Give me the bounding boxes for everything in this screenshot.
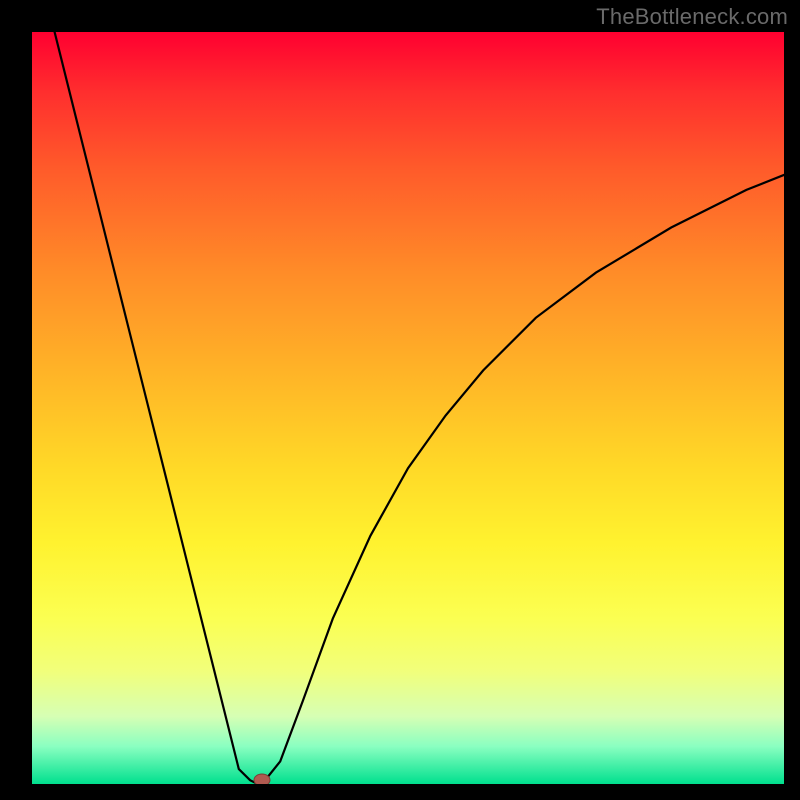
bottleneck-curve [55,32,784,784]
watermark-text: TheBottleneck.com [596,4,788,30]
curve-layer [32,32,784,784]
plot-area [32,32,784,784]
optimum-marker [254,774,270,784]
chart-frame: TheBottleneck.com [0,0,800,800]
